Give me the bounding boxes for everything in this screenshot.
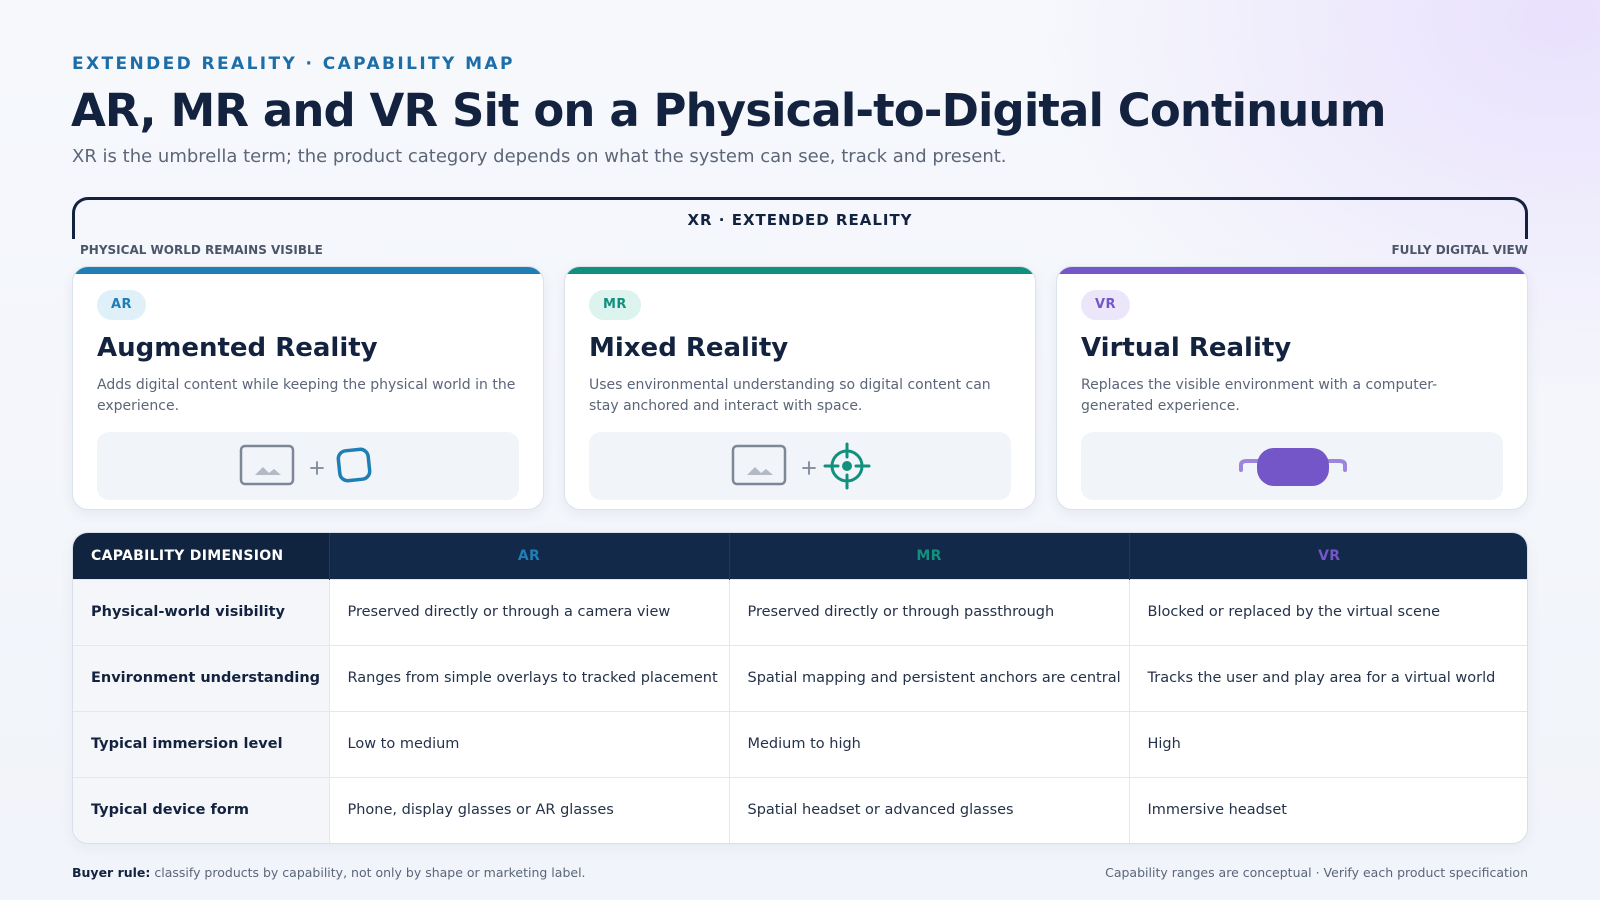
column-header-vr: VR bbox=[1128, 533, 1527, 579]
cell-vr: Blocked or replaced by the virtual scene bbox=[1128, 578, 1527, 645]
cell-mr: Preserved directly or through passthroug… bbox=[728, 578, 1129, 645]
card-badge: VR bbox=[1081, 290, 1131, 320]
continuum-right-label: FULLY DIGITAL VIEW bbox=[1391, 243, 1528, 257]
card-virtual-reality: VR Virtual Reality Replaces the visible … bbox=[1056, 266, 1528, 510]
cell-vr: Immersive headset bbox=[1128, 776, 1527, 843]
cell-ar: Ranges from simple overlays to tracked p… bbox=[328, 644, 729, 711]
row-dimension: Typical immersion level bbox=[73, 710, 329, 777]
card-accent-bar bbox=[565, 267, 1035, 274]
card-illustration bbox=[589, 432, 1011, 500]
vr-headset-icon bbox=[1239, 448, 1347, 486]
card-accent-bar bbox=[73, 267, 543, 274]
continuum-left-label: PHYSICAL WORLD REMAINS VISIBLE bbox=[80, 243, 323, 257]
table-header-row: CAPABILITY DIMENSION AR MR VR bbox=[73, 533, 1527, 579]
cell-ar: Phone, display glasses or AR glasses bbox=[328, 776, 729, 843]
card-accent-bar bbox=[1057, 267, 1527, 274]
cell-mr: Spatial mapping and persistent anchors a… bbox=[728, 644, 1129, 711]
table-row: Typical device form Phone, display glass… bbox=[73, 776, 1527, 843]
card-title: Augmented Reality bbox=[97, 333, 378, 363]
row-dimension: Physical-world visibility bbox=[73, 578, 329, 645]
card-illustration bbox=[97, 432, 519, 500]
card-augmented-reality: AR Augmented Reality Adds digital conten… bbox=[72, 266, 544, 510]
cell-mr: Spatial headset or advanced glasses bbox=[728, 776, 1129, 843]
card-illustration bbox=[1081, 432, 1503, 500]
card-badge: MR bbox=[589, 290, 641, 320]
card-description: Uses environmental understanding so digi… bbox=[589, 377, 991, 414]
column-header-dimension: CAPABILITY DIMENSION bbox=[73, 533, 329, 579]
footer-rule-text: classify products by capability, not onl… bbox=[150, 865, 586, 880]
row-dimension: Environment understanding bbox=[73, 644, 329, 711]
cell-ar: Preserved directly or through a camera v… bbox=[328, 578, 729, 645]
table-row: Typical immersion level Low to medium Me… bbox=[73, 710, 1527, 777]
image-frame-icon bbox=[239, 444, 295, 486]
capability-table: CAPABILITY DIMENSION AR MR VR Physical-w… bbox=[72, 532, 1528, 844]
page-subtitle: XR is the umbrella term; the product cat… bbox=[72, 146, 1007, 167]
table-row: Environment understanding Ranges from si… bbox=[73, 644, 1527, 711]
card-description: Adds digital content while keeping the p… bbox=[97, 377, 516, 414]
footer-rule-label: Buyer rule: bbox=[72, 865, 151, 880]
image-frame-icon bbox=[731, 444, 787, 486]
page-title: AR, MR and VR Sit on a Physical-to-Digit… bbox=[71, 84, 1386, 137]
rounded-square-icon bbox=[336, 447, 372, 483]
card-title: Mixed Reality bbox=[589, 333, 789, 363]
card-description: Replaces the visible environment with a … bbox=[1081, 377, 1438, 414]
row-dimension: Typical device form bbox=[73, 776, 329, 843]
cell-vr: High bbox=[1128, 710, 1527, 777]
card-badge: AR bbox=[97, 290, 147, 320]
footer-note: Capability ranges are conceptual · Verif… bbox=[1105, 865, 1528, 880]
card-title: Virtual Reality bbox=[1081, 333, 1292, 363]
eyebrow: EXTENDED REALITY · CAPABILITY MAP bbox=[72, 54, 515, 74]
xr-umbrella-label: XR · EXTENDED REALITY bbox=[687, 211, 913, 229]
cell-mr: Medium to high bbox=[728, 710, 1129, 777]
cell-ar: Low to medium bbox=[328, 710, 729, 777]
footer-buyer-rule: Buyer rule: classify products by capabil… bbox=[72, 865, 586, 880]
cell-vr: Tracks the user and play area for a virt… bbox=[1128, 644, 1527, 711]
column-header-ar: AR bbox=[328, 533, 729, 579]
column-header-mr: MR bbox=[728, 533, 1129, 579]
crosshair-icon bbox=[823, 442, 871, 490]
plus-icon bbox=[310, 461, 324, 475]
plus-icon bbox=[802, 461, 816, 475]
card-mixed-reality: MR Mixed Reality Uses environmental unde… bbox=[564, 266, 1036, 510]
table-row: Physical-world visibility Preserved dire… bbox=[73, 578, 1527, 645]
